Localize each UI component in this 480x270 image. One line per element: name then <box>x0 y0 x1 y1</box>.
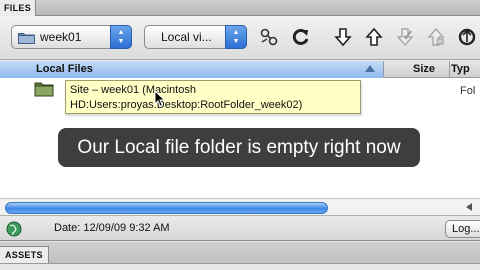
connect-icon[interactable] <box>259 27 279 47</box>
check-out-icon[interactable] <box>395 27 415 47</box>
tooltip-line-2: HD:Users:proyas:Desktop:RootFolder_week0… <box>70 99 303 111</box>
view-select[interactable]: Local vi... ▲ ▼ <box>144 25 247 49</box>
site-path-tooltip: Site – week01 (Macintosh HD:Users:proyas… <box>65 80 361 114</box>
sort-ascending-icon <box>365 65 375 72</box>
column-type-label[interactable]: Typ <box>451 63 470 75</box>
column-size-label: Size <box>412 63 435 75</box>
last-modified-date: Date: 12/09/09 9:32 AM <box>54 222 170 234</box>
globe-icon <box>6 221 22 237</box>
put-files-icon[interactable] <box>364 27 384 47</box>
site-select-chevron-icon: ▲ ▼ <box>110 25 132 49</box>
file-list-header: Local Files Size Typ <box>0 61 480 78</box>
site-select[interactable]: week01 ▲ ▼ <box>11 25 132 49</box>
check-in-icon[interactable] <box>426 27 446 47</box>
column-local-files-label: Local Files <box>36 63 93 75</box>
status-bar: Date: 12/09/09 9:32 AM Log... <box>0 217 480 241</box>
mouse-cursor-icon <box>154 90 166 108</box>
tooltip-line-1: Site – week01 (Macintosh <box>70 84 196 96</box>
assets-tab[interactable]: ASSETS <box>0 246 49 263</box>
scrollbar-thumb[interactable] <box>5 202 328 214</box>
view-select-value: Local vi... <box>161 30 212 44</box>
column-size[interactable]: Size <box>384 61 450 78</box>
synchronize-icon[interactable] <box>457 27 477 47</box>
files-tab[interactable]: FILES <box>0 0 37 16</box>
assets-panel-bar: ASSETS <box>0 242 480 270</box>
assets-panel-divider <box>0 263 480 270</box>
site-select-value: week01 <box>40 30 82 44</box>
panel-tab-bar: FILES <box>0 0 480 16</box>
refresh-icon[interactable] <box>291 27 311 47</box>
files-toolbar: week01 ▲ ▼ Local vi... ▲ ▼ <box>0 16 480 60</box>
get-files-icon[interactable] <box>333 27 353 47</box>
video-caption: Our Local file folder is empty right now <box>58 128 420 167</box>
site-folder-icon <box>34 82 54 97</box>
log-button[interactable]: Log... <box>445 220 480 238</box>
scroll-left-arrow-icon[interactable] <box>466 203 472 211</box>
folder-icon <box>18 33 35 44</box>
row-type-value: Fol <box>460 85 476 97</box>
horizontal-scrollbar[interactable] <box>0 198 480 216</box>
column-local-files[interactable]: Local Files <box>0 61 384 78</box>
view-select-chevron-icon: ▲ ▼ <box>225 25 247 49</box>
